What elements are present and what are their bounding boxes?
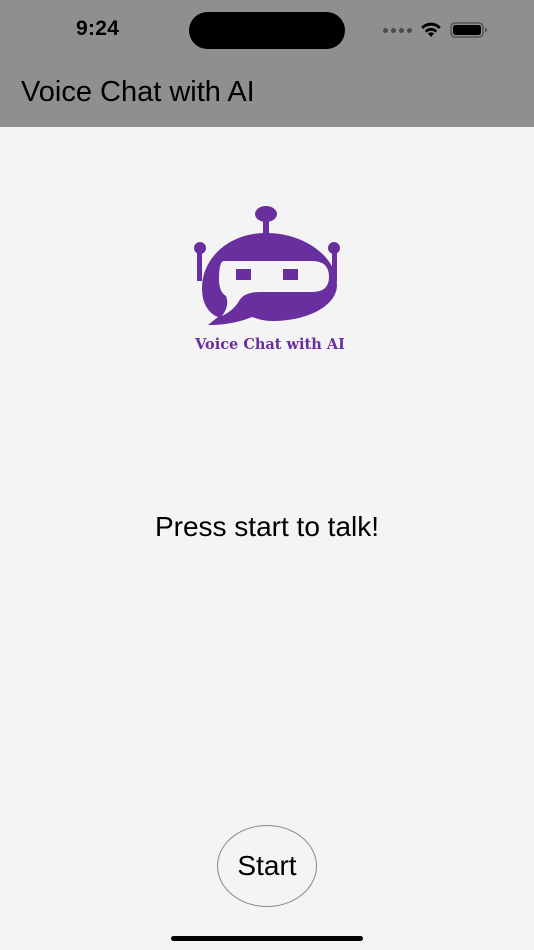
battery-icon	[450, 22, 487, 38]
home-indicator[interactable]	[171, 936, 363, 941]
wifi-icon	[421, 22, 441, 37]
robot-right-eye	[283, 269, 298, 280]
app-header: 9:24 Voice Chat with AI	[0, 0, 534, 127]
start-button[interactable]: Start	[217, 825, 317, 907]
status-time: 9:24	[76, 17, 120, 40]
app-logo: Voice Chat with AI	[194, 206, 345, 353]
prompt-text: Press start to talk!	[154, 511, 380, 542]
page-title: Voice Chat with AI	[21, 76, 255, 108]
status-icons	[383, 19, 488, 41]
robot-left-eye	[236, 269, 251, 280]
dynamic-island	[189, 12, 345, 49]
logo-caption: Voice Chat with AI	[194, 336, 345, 353]
signal-dots-icon	[383, 27, 412, 33]
